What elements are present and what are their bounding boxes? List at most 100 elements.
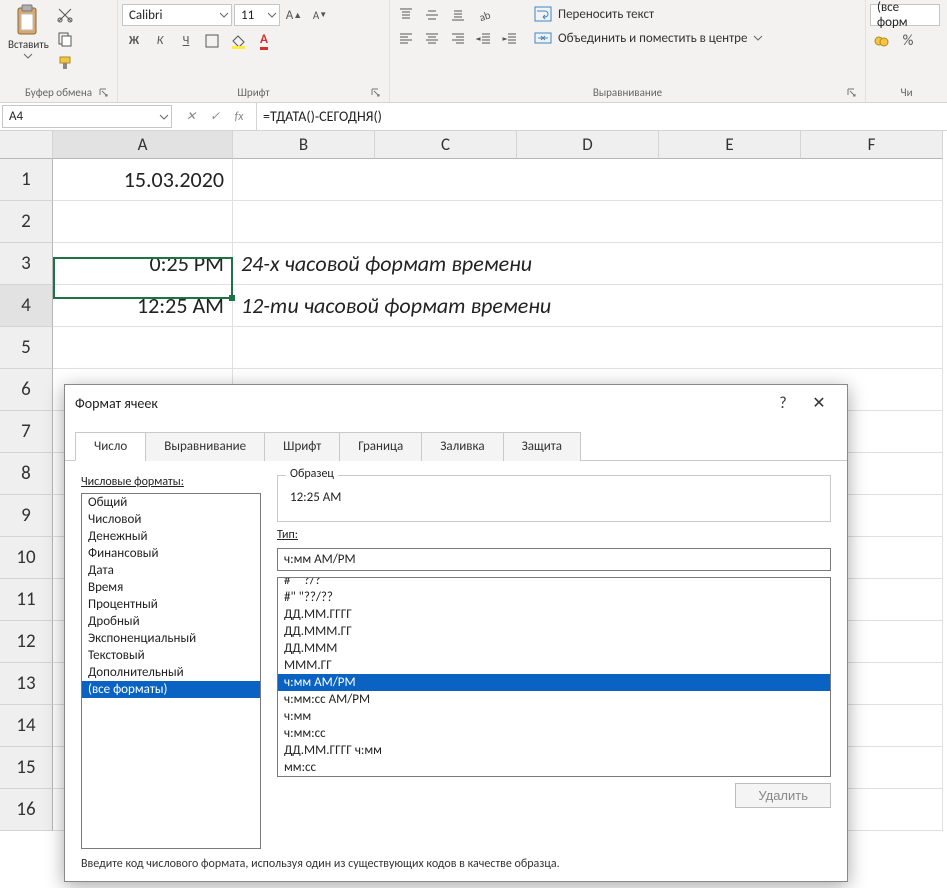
number-format-combo[interactable]: (все форм <box>870 4 940 26</box>
select-all-corner[interactable] <box>0 131 53 159</box>
cut-button[interactable] <box>53 4 77 26</box>
align-left-button[interactable] <box>394 28 418 50</box>
italic-button[interactable]: К <box>148 30 172 52</box>
category-item[interactable]: (все форматы) <box>82 681 260 698</box>
font-size-combo[interactable]: 11 <box>234 4 280 26</box>
row-header[interactable]: 15 <box>0 747 53 789</box>
column-header-E[interactable]: E <box>659 131 801 159</box>
underline-button[interactable]: Ч <box>174 30 198 52</box>
clipboard-launcher[interactable] <box>97 86 111 100</box>
font-launcher[interactable] <box>369 86 383 100</box>
grow-font-button[interactable]: A▲ <box>282 4 306 26</box>
column-header-F[interactable]: F <box>801 131 943 159</box>
formula-cancel-button[interactable]: ✕ <box>182 109 200 124</box>
cell[interactable]: 0:25 PM <box>53 243 233 285</box>
row-header[interactable]: 4 <box>0 285 53 327</box>
column-header-D[interactable]: D <box>517 131 659 159</box>
dialog-tab[interactable]: Заливка <box>421 432 503 461</box>
fx-button[interactable]: fx <box>230 110 248 124</box>
cell[interactable] <box>233 159 943 201</box>
row-header[interactable]: 10 <box>0 537 53 579</box>
column-header-B[interactable]: B <box>233 131 375 159</box>
dialog-tab[interactable]: Защита <box>503 432 581 461</box>
type-item[interactable]: ч:мм AM/PM <box>278 674 830 691</box>
border-button[interactable] <box>200 30 224 52</box>
font-color-button[interactable]: A <box>252 30 276 52</box>
type-item[interactable]: ДД.МММ <box>278 640 830 657</box>
fill-color-button[interactable] <box>226 30 250 52</box>
dialog-tab[interactable]: Число <box>75 432 146 461</box>
cell[interactable] <box>53 201 233 243</box>
category-item[interactable]: Финансовый <box>82 545 260 562</box>
type-item[interactable]: ДД.МММ.ГГ <box>278 623 830 640</box>
align-right-button[interactable] <box>446 28 470 50</box>
row-header[interactable]: 2 <box>0 201 53 243</box>
percent-button[interactable]: % <box>896 30 920 52</box>
align-launcher[interactable] <box>845 86 859 100</box>
category-item[interactable]: Дата <box>82 562 260 579</box>
align-center-button[interactable] <box>420 28 444 50</box>
currency-button[interactable] <box>870 30 894 52</box>
type-item[interactable]: мм:cc <box>278 759 830 776</box>
indent-increase-button[interactable] <box>498 28 522 50</box>
row-header[interactable]: 14 <box>0 705 53 747</box>
category-item[interactable]: Дополнительный <box>82 664 260 681</box>
cell[interactable] <box>53 327 233 369</box>
cell[interactable] <box>233 201 943 243</box>
category-item[interactable]: Время <box>82 579 260 596</box>
row-header[interactable]: 6 <box>0 369 53 411</box>
category-item[interactable]: Денежный <box>82 528 260 545</box>
dialog-close-button[interactable]: ✕ <box>801 393 837 413</box>
dialog-tab[interactable]: Граница <box>339 432 422 461</box>
name-box[interactable]: A4 <box>2 105 172 128</box>
wrap-text-button[interactable]: Переносить текст <box>532 4 769 24</box>
cell[interactable] <box>233 327 943 369</box>
category-item[interactable]: Экспоненциальный <box>82 630 260 647</box>
dialog-tab[interactable]: Шрифт <box>264 432 340 461</box>
categories-list[interactable]: ОбщийЧисловойДенежныйФинансовыйДатаВремя… <box>81 493 261 849</box>
row-header[interactable]: 1 <box>0 159 53 201</box>
category-item[interactable]: Числовой <box>82 511 260 528</box>
row-header[interactable]: 5 <box>0 327 53 369</box>
category-item[interactable]: Процентный <box>82 596 260 613</box>
dialog-help-button[interactable]: ? <box>765 394 801 413</box>
bold-button[interactable]: Ж <box>122 30 146 52</box>
type-list[interactable]: #" "?/?#" "??/??ДД.ММ.ГГГГДД.МММ.ГГДД.ММ… <box>277 577 831 777</box>
type-item[interactable]: #" "??/?? <box>278 589 830 606</box>
row-header[interactable]: 7 <box>0 411 53 453</box>
align-middle-button[interactable] <box>420 4 444 26</box>
row-header[interactable]: 13 <box>0 663 53 705</box>
dialog-tab[interactable]: Выравнивание <box>145 432 265 461</box>
format-painter-button[interactable] <box>53 52 77 74</box>
type-item[interactable]: #" "?/? <box>278 577 830 589</box>
cell[interactable]: 12-ти часовой формат времени <box>233 285 943 327</box>
indent-decrease-button[interactable] <box>472 28 496 50</box>
copy-button[interactable] <box>53 28 77 50</box>
category-item[interactable]: Общий <box>82 494 260 511</box>
formula-input[interactable]: =ТДАТА()-СЕГОДНЯ() <box>256 103 947 130</box>
type-item[interactable]: ч:мм <box>278 708 830 725</box>
type-item[interactable]: ДД.ММ.ГГГГ <box>278 606 830 623</box>
shrink-font-button[interactable]: A▼ <box>308 4 332 26</box>
column-header-A[interactable]: A <box>53 131 233 159</box>
type-item[interactable]: МММ.ГГ <box>278 657 830 674</box>
row-header[interactable]: 12 <box>0 621 53 663</box>
align-bottom-button[interactable] <box>446 4 470 26</box>
delete-button[interactable]: Удалить <box>735 783 831 808</box>
type-item[interactable]: ДД.ММ.ГГГГ ч:мм <box>278 742 830 759</box>
row-header[interactable]: 9 <box>0 495 53 537</box>
merge-center-button[interactable]: Объединить и поместить в центре <box>532 28 769 48</box>
font-name-combo[interactable]: Calibri <box>122 4 232 26</box>
align-top-button[interactable] <box>394 4 418 26</box>
column-header-C[interactable]: C <box>375 131 517 159</box>
row-header[interactable]: 16 <box>0 789 53 831</box>
row-header[interactable]: 11 <box>0 579 53 621</box>
orientation-button[interactable]: ab <box>472 4 506 26</box>
category-item[interactable]: Дробный <box>82 613 260 630</box>
cell[interactable]: 15.03.2020 <box>53 159 233 201</box>
type-item[interactable]: ч:мм:cc AM/PM <box>278 691 830 708</box>
paste-button[interactable]: Вставить <box>4 2 53 63</box>
cell[interactable]: 24-х часовой формат времени <box>233 243 943 285</box>
type-item[interactable]: ч:мм:cc <box>278 725 830 742</box>
row-header[interactable]: 3 <box>0 243 53 285</box>
